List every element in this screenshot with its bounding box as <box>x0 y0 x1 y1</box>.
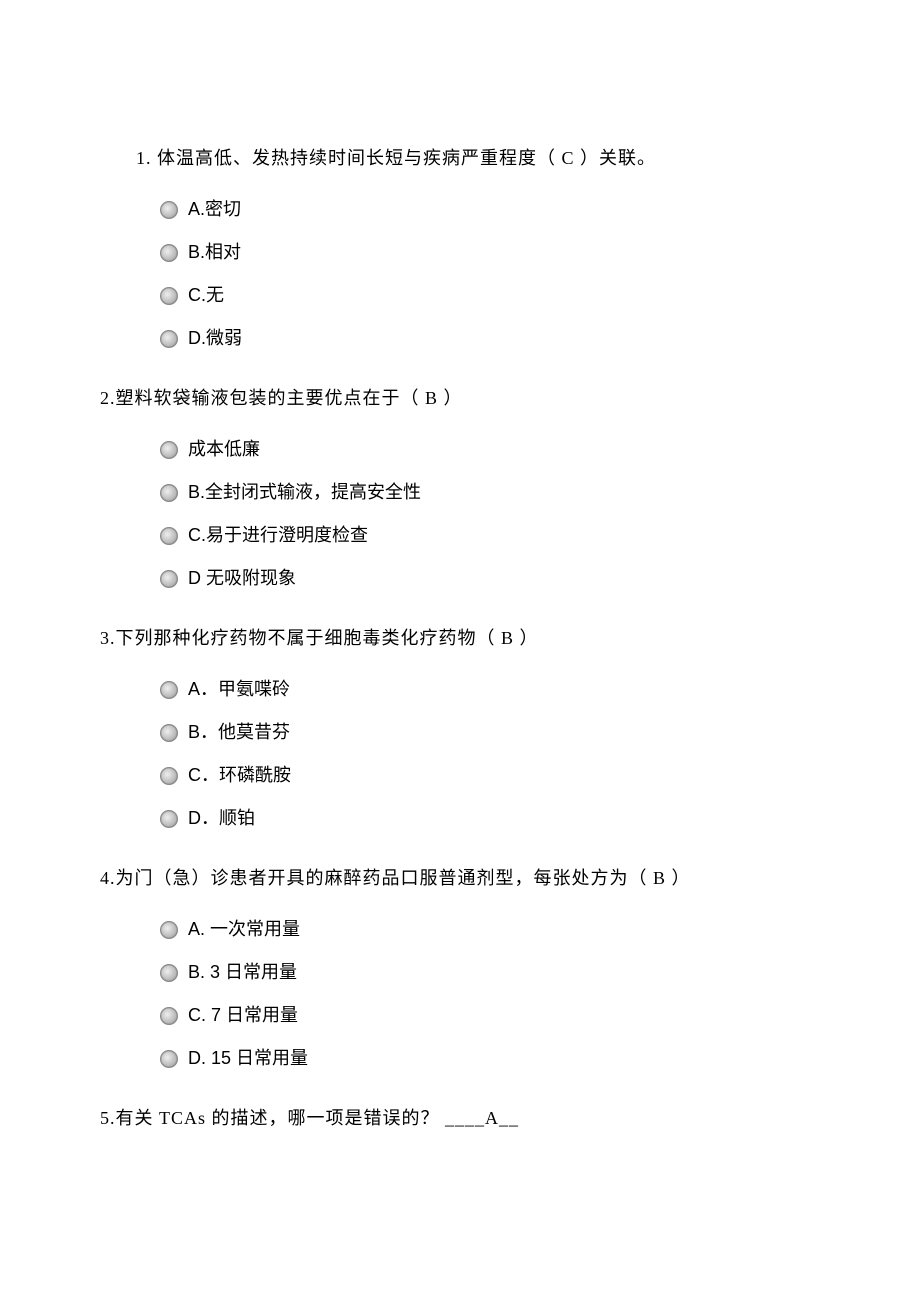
option[interactable]: A.密切 <box>160 196 820 223</box>
option[interactable]: A．甲氨喋砱 <box>160 676 820 703</box>
option[interactable]: D.微弱 <box>160 325 820 352</box>
option-label: C．环磷酰胺 <box>188 762 291 789</box>
radio-icon[interactable] <box>160 527 178 545</box>
option-label: D 无吸附现象 <box>188 565 296 592</box>
radio-icon[interactable] <box>160 570 178 588</box>
radio-icon[interactable] <box>160 681 178 699</box>
question-text: 3.下列那种化疗药物不属于细胞毒类化疗药物（ B ） <box>100 620 820 656</box>
option-label: C. 7 日常用量 <box>188 1002 298 1029</box>
radio-icon[interactable] <box>160 724 178 742</box>
radio-icon[interactable] <box>160 287 178 305</box>
option[interactable]: B.全封闭式输液，提高安全性 <box>160 479 820 506</box>
option[interactable]: C．环磷酰胺 <box>160 762 820 789</box>
question-3: 3.下列那种化疗药物不属于细胞毒类化疗药物（ B ） A．甲氨喋砱 B．他莫昔芬… <box>100 620 820 832</box>
option-label: D.微弱 <box>188 325 242 352</box>
option-label: A．甲氨喋砱 <box>188 676 290 703</box>
option[interactable]: D. 15 日常用量 <box>160 1045 820 1072</box>
option-label: 成本低廉 <box>188 436 260 463</box>
question-text: 5.有关 TCAs 的描述，哪一项是错误的？ ____A__ <box>100 1100 820 1136</box>
option-label: B. 3 日常用量 <box>188 959 297 986</box>
option-label: C.易于进行澄明度检查 <box>188 522 368 549</box>
option-label: A.密切 <box>188 196 241 223</box>
radio-icon[interactable] <box>160 1050 178 1068</box>
radio-icon[interactable] <box>160 484 178 502</box>
radio-icon[interactable] <box>160 244 178 262</box>
option[interactable]: A. 一次常用量 <box>160 916 820 943</box>
option[interactable]: B．他莫昔芬 <box>160 719 820 746</box>
radio-icon[interactable] <box>160 964 178 982</box>
question-text: 1. 体温高低、发热持续时间长短与疾病严重程度（ C ）关联。 <box>100 140 820 176</box>
option-label: B.相对 <box>188 239 241 266</box>
radio-icon[interactable] <box>160 767 178 785</box>
option[interactable]: D 无吸附现象 <box>160 565 820 592</box>
radio-icon[interactable] <box>160 1007 178 1025</box>
radio-icon[interactable] <box>160 441 178 459</box>
question-2: 2.塑料软袋输液包装的主要优点在于（ B ） 成本低廉 B.全封闭式输液，提高安… <box>100 380 820 592</box>
question-1: 1. 体温高低、发热持续时间长短与疾病严重程度（ C ）关联。 A.密切 B.相… <box>100 140 820 352</box>
option[interactable]: 成本低廉 <box>160 436 820 463</box>
question-4: 4.为门（急）诊患者开具的麻醉药品口服普通剂型，每张处方为（ B ） A. 一次… <box>100 860 820 1072</box>
option[interactable]: C.易于进行澄明度检查 <box>160 522 820 549</box>
option[interactable]: C.无 <box>160 282 820 309</box>
option[interactable]: B. 3 日常用量 <box>160 959 820 986</box>
option-label: D．顺铂 <box>188 805 255 832</box>
option-label: C.无 <box>188 282 224 309</box>
question-text: 2.塑料软袋输液包装的主要优点在于（ B ） <box>100 380 820 416</box>
option[interactable]: B.相对 <box>160 239 820 266</box>
document-page: 1. 体温高低、发热持续时间长短与疾病严重程度（ C ）关联。 A.密切 B.相… <box>0 0 920 1224</box>
radio-icon[interactable] <box>160 330 178 348</box>
option[interactable]: D．顺铂 <box>160 805 820 832</box>
question-text: 4.为门（急）诊患者开具的麻醉药品口服普通剂型，每张处方为（ B ） <box>100 860 820 896</box>
option-label: B.全封闭式输液，提高安全性 <box>188 479 421 506</box>
option-label: A. 一次常用量 <box>188 916 300 943</box>
option-label: B．他莫昔芬 <box>188 719 290 746</box>
option-label: D. 15 日常用量 <box>188 1045 308 1072</box>
radio-icon[interactable] <box>160 921 178 939</box>
radio-icon[interactable] <box>160 810 178 828</box>
option[interactable]: C. 7 日常用量 <box>160 1002 820 1029</box>
question-5: 5.有关 TCAs 的描述，哪一项是错误的？ ____A__ <box>100 1100 820 1136</box>
radio-icon[interactable] <box>160 201 178 219</box>
